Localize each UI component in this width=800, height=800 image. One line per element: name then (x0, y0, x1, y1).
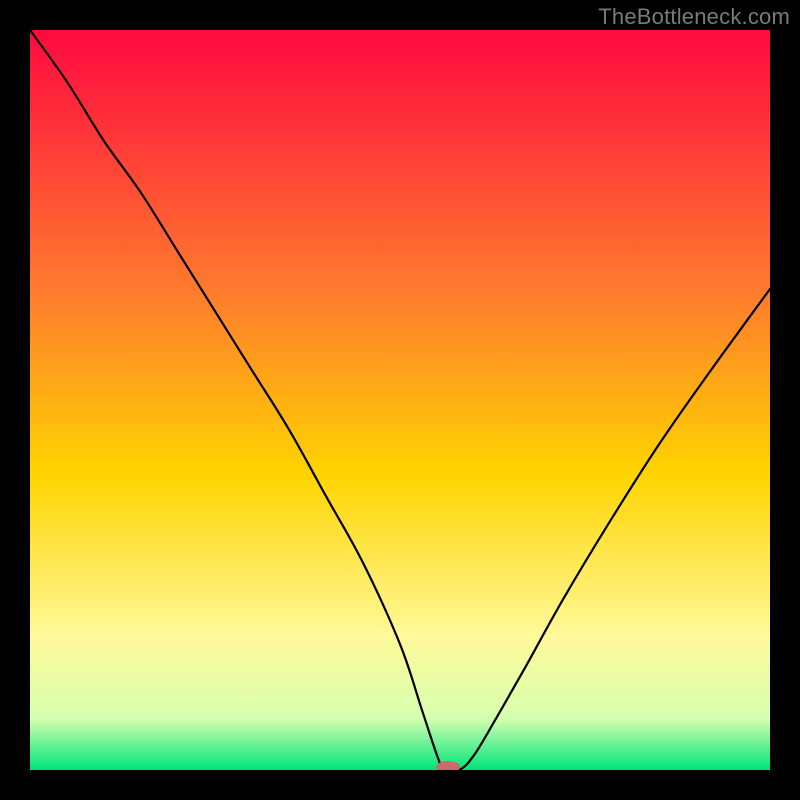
plot-area (30, 30, 770, 770)
gradient-background (30, 30, 770, 770)
chart-frame: TheBottleneck.com (0, 0, 800, 800)
bottleneck-chart (30, 30, 770, 770)
watermark-text: TheBottleneck.com (598, 4, 790, 30)
